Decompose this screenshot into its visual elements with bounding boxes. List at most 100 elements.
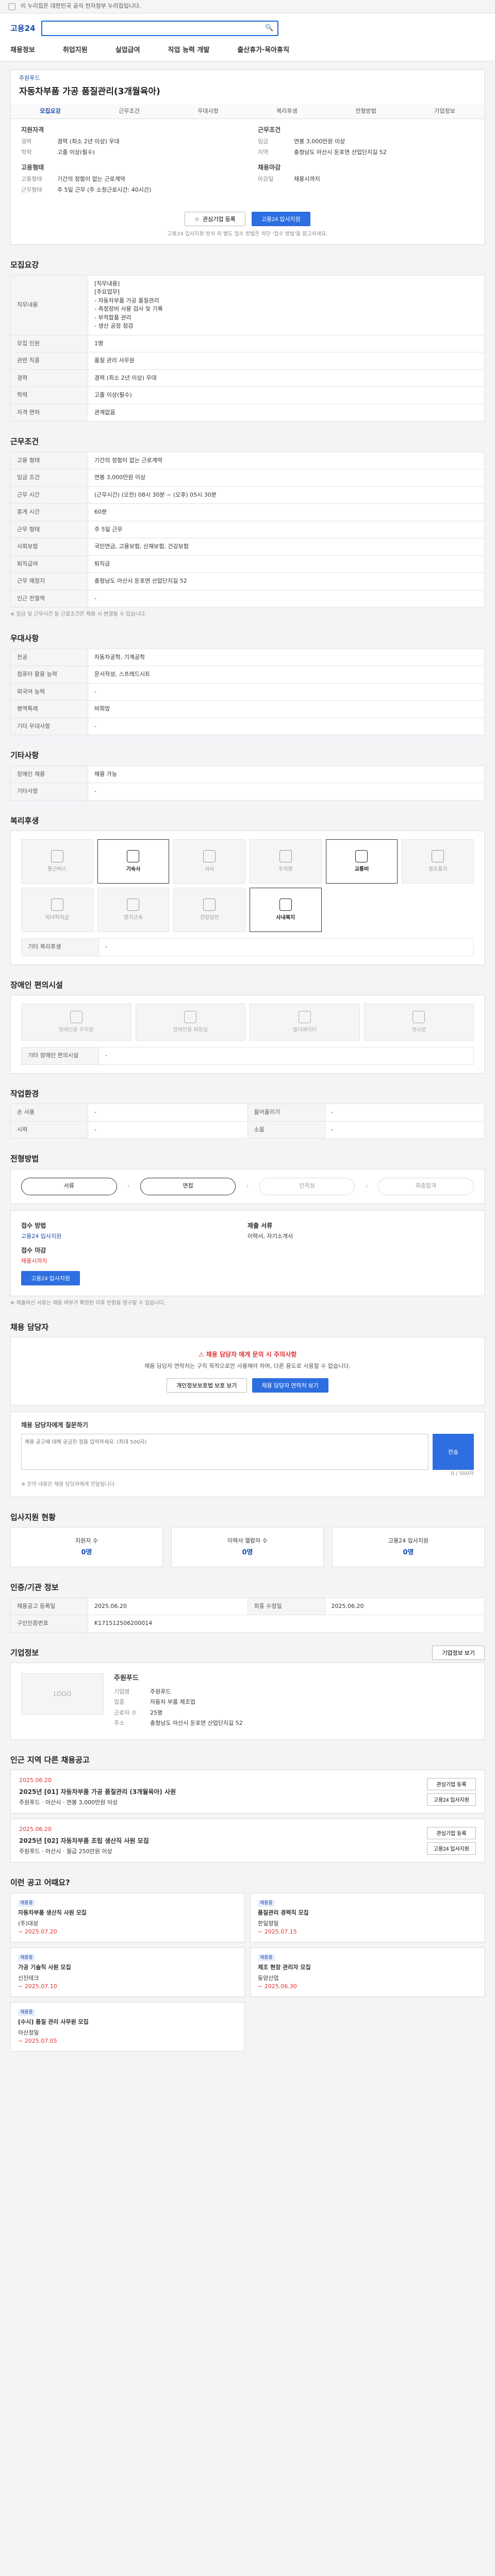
- info-table: 채용공고 등록일 2025.06.20 최종 수정일 2025.06.20 구인인증번…: [10, 1597, 485, 1633]
- company-value: 주원푸드: [150, 1688, 171, 1695]
- company-info-button[interactable]: 기업정보 보기: [432, 1645, 485, 1660]
- recommend-card[interactable]: 채용중 가공 기술직 사원 모집 신진테크 ~ 2025.07.10: [10, 1947, 245, 1997]
- row-value: 고졸 이상(필수): [88, 386, 485, 404]
- related-job-company: 주원푸드: [19, 1799, 40, 1806]
- disability-item-label: 장애인용 주차장: [58, 1027, 94, 1033]
- interest-button-label: 관심기업 등록: [203, 216, 236, 223]
- search-box: 🔍: [41, 21, 279, 36]
- recommend-company: 신진테크: [18, 1974, 39, 1981]
- screening-step: 최종합격: [378, 1177, 474, 1195]
- recommend-date: ~ 2025.07.10: [18, 1983, 57, 1990]
- gov-banner: 이 누리집은 대한민국 공식 전자정부 누리집입니다.: [0, 0, 495, 13]
- recommend-company: 아산정밀: [18, 2029, 39, 2036]
- row-value: 품질 관리 사무원: [88, 352, 485, 370]
- disability-item-label: 엘리베이터: [292, 1027, 317, 1033]
- apply-method-title: 접수 방법: [21, 1222, 46, 1229]
- stat-label: 고용24 입사지원: [388, 1537, 429, 1544]
- welfare-grid: 통근버스 기숙사 식사 주차장 교통비 경조휴가 자녀학자금 장기근속 건강검진 사내복지: [21, 839, 474, 932]
- recommend-card[interactable]: 채용중 [수시] 품질 관리 사무원 모집 아산정밀 ~ 2025.07.05: [10, 2002, 245, 2052]
- nav-item-training[interactable]: 직업 능력 개발: [168, 45, 210, 56]
- inquiry-textarea[interactable]: [21, 1433, 428, 1470]
- recommend-card[interactable]: 채용중 품질관리 경력직 모집 한일정밀 ~ 2025.07.15: [250, 1892, 485, 1942]
- prefer-table: 전공 자동차공학, 기계공학 컴퓨터 활용 능력 문서작성, 스프레드시트 외국어 …: [10, 648, 485, 735]
- company-value: 충청남도 아산시 둔포면 산업단지길 52: [150, 1720, 243, 1726]
- disability-item-label: 경사로: [411, 1027, 426, 1033]
- nav-item-support[interactable]: 취업지원: [63, 45, 88, 56]
- interest-button[interactable]: ☆ 관심기업 등록: [185, 212, 245, 226]
- nav-item-unemployment[interactable]: 실업급여: [116, 45, 140, 56]
- table-row: 컴퓨터 활용 능력 문서작성, 스프레드시트: [10, 666, 485, 684]
- welfare-item: 건강검진: [173, 888, 245, 932]
- search-icon[interactable]: 🔍: [265, 23, 273, 33]
- search-input[interactable]: [46, 25, 266, 32]
- tab-welfare[interactable]: 복리후생: [248, 104, 326, 119]
- row-value: 충청남도 아산시 둔포면 산업단지길 52: [88, 572, 485, 590]
- row-value: 문서작성, 스프레드시트: [88, 666, 485, 684]
- recommend-section-title: 이런 공고 어때요?: [10, 1878, 70, 1887]
- apply-button[interactable]: 고용24 입사지원: [251, 212, 310, 226]
- tab-recruit[interactable]: 모집요강: [11, 104, 90, 119]
- company-label: 근로자 수: [114, 1709, 137, 1716]
- row-label: 인근 전철역: [10, 589, 88, 607]
- table-row: 근무 시간 (근무시간) (오전) 08시 30분 ~ (오후) 05시 30분: [10, 486, 485, 504]
- row-label: 임금 조건: [10, 469, 88, 487]
- row-label: 자격 면허: [10, 403, 88, 421]
- welfare-icon: [432, 850, 444, 862]
- tab-company[interactable]: 기업정보: [405, 104, 484, 119]
- welfare-item-label: 기숙사: [126, 866, 141, 872]
- related-job-date: 2025.06.20: [19, 1777, 52, 1784]
- disability-item: 장애인용 주차장: [21, 1004, 131, 1041]
- row-label: 손 사용: [10, 1104, 88, 1122]
- recommend-card[interactable]: 채용중 자동차부품 생산직 사원 모집 (주)대성 ~ 2025.07.20: [10, 1892, 245, 1942]
- recommend-title: 자동차부품 생산직 사원 모집: [18, 1909, 87, 1916]
- nav-item-jobs[interactable]: 채용정보: [10, 45, 35, 56]
- show-contact-button[interactable]: 채용 담당자 연락처 보기: [252, 1378, 328, 1393]
- screening-step: 면접: [140, 1177, 236, 1195]
- related-apply-button[interactable]: 고용24 입사지원: [426, 1842, 476, 1855]
- related-job-card[interactable]: 2025.06.20 2025년 [02] 자동차부품 조립 생산직 사원 모집…: [10, 1819, 485, 1862]
- inquiry-title: 채용 담당자에게 질문하기: [21, 1421, 88, 1429]
- company-name-text: 주원푸드: [114, 1674, 139, 1682]
- welfare-item-label: 주차장: [278, 866, 293, 872]
- arrow-right-icon: ›: [127, 1182, 130, 1190]
- recommend-grid: 채용중 자동차부품 생산직 사원 모집 (주)대성 ~ 2025.07.20 채용중 품질…: [10, 1892, 485, 2052]
- brand-logo[interactable]: 고용24: [10, 23, 35, 35]
- row-label: 근무 예정지: [10, 572, 88, 590]
- table-row: 학력 고졸 이상(필수): [10, 386, 485, 404]
- summary-value: 채용시까지: [294, 176, 320, 182]
- related-job-condition: 연봉 3,000만원 이상: [66, 1799, 118, 1806]
- screening-step: 인적성: [259, 1177, 355, 1195]
- summary-label: 지역: [258, 148, 269, 156]
- apply-note: ※ 제출하신 서류는 채용 여부가 확정된 이후 반환을 청구할 수 있습니다.: [10, 1300, 166, 1306]
- recommend-card[interactable]: 채용중 제조 현장 관리자 모집 동양산업 ~ 2025.06.30: [250, 1947, 485, 1997]
- related-job-title[interactable]: 2025년 [02] 자동차부품 조립 생산직 사원 모집: [19, 1836, 427, 1845]
- nav-item-leave[interactable]: 출산휴가·육아휴직: [237, 45, 289, 56]
- tab-screening[interactable]: 전형방법: [326, 104, 405, 119]
- apply-submit-button[interactable]: 고용24 입사지원: [21, 1270, 80, 1285]
- related-interest-button[interactable]: 관심기업 등록: [426, 1826, 476, 1839]
- table-row: 자격 면허 관계없음: [10, 403, 485, 421]
- tab-prefer[interactable]: 우대사항: [169, 104, 248, 119]
- row-label: 고용 형태: [10, 451, 88, 469]
- table-row: 경력 경력 (최소 2년 이상) 우대: [10, 369, 485, 387]
- table-row: 퇴직급여 퇴직금: [10, 555, 485, 573]
- company-name[interactable]: 주원푸드: [11, 70, 484, 83]
- table-row: 기타사항 -: [10, 783, 485, 801]
- welfare-item-label: 자녀학자금: [45, 914, 69, 921]
- related-job-card[interactable]: 2025.06.20 2025년 [01] 자동차부품 가공 품질관리 (3개월…: [10, 1770, 485, 1814]
- welfare-icon: [51, 898, 63, 911]
- inquiry-send-button[interactable]: 전송: [433, 1433, 474, 1470]
- related-job-title[interactable]: 2025년 [01] 자동차부품 가공 품질관리 (3개월육아) 사원: [19, 1787, 427, 1797]
- warning-title-text: 채용 담당자 에게 문의 시 주의사항: [206, 1351, 297, 1358]
- recruit-section-title: 모집요강: [10, 260, 39, 269]
- privacy-law-button[interactable]: 개인정보보호법 보호 보기: [167, 1378, 247, 1393]
- recommend-date: ~ 2025.07.20: [18, 1928, 57, 1935]
- row-value: 비희망: [88, 700, 485, 718]
- row-label: 장애인 채용: [10, 765, 88, 783]
- row-value: 자동차공학, 기계공학: [88, 648, 485, 666]
- table-row: 모집 인원 1명: [10, 334, 485, 352]
- related-interest-button[interactable]: 관심기업 등록: [426, 1777, 476, 1790]
- related-apply-button[interactable]: 고용24 입사지원: [426, 1793, 476, 1806]
- tab-conditions[interactable]: 근무조건: [90, 104, 169, 119]
- recommend-tag: 채용중: [258, 1900, 275, 1907]
